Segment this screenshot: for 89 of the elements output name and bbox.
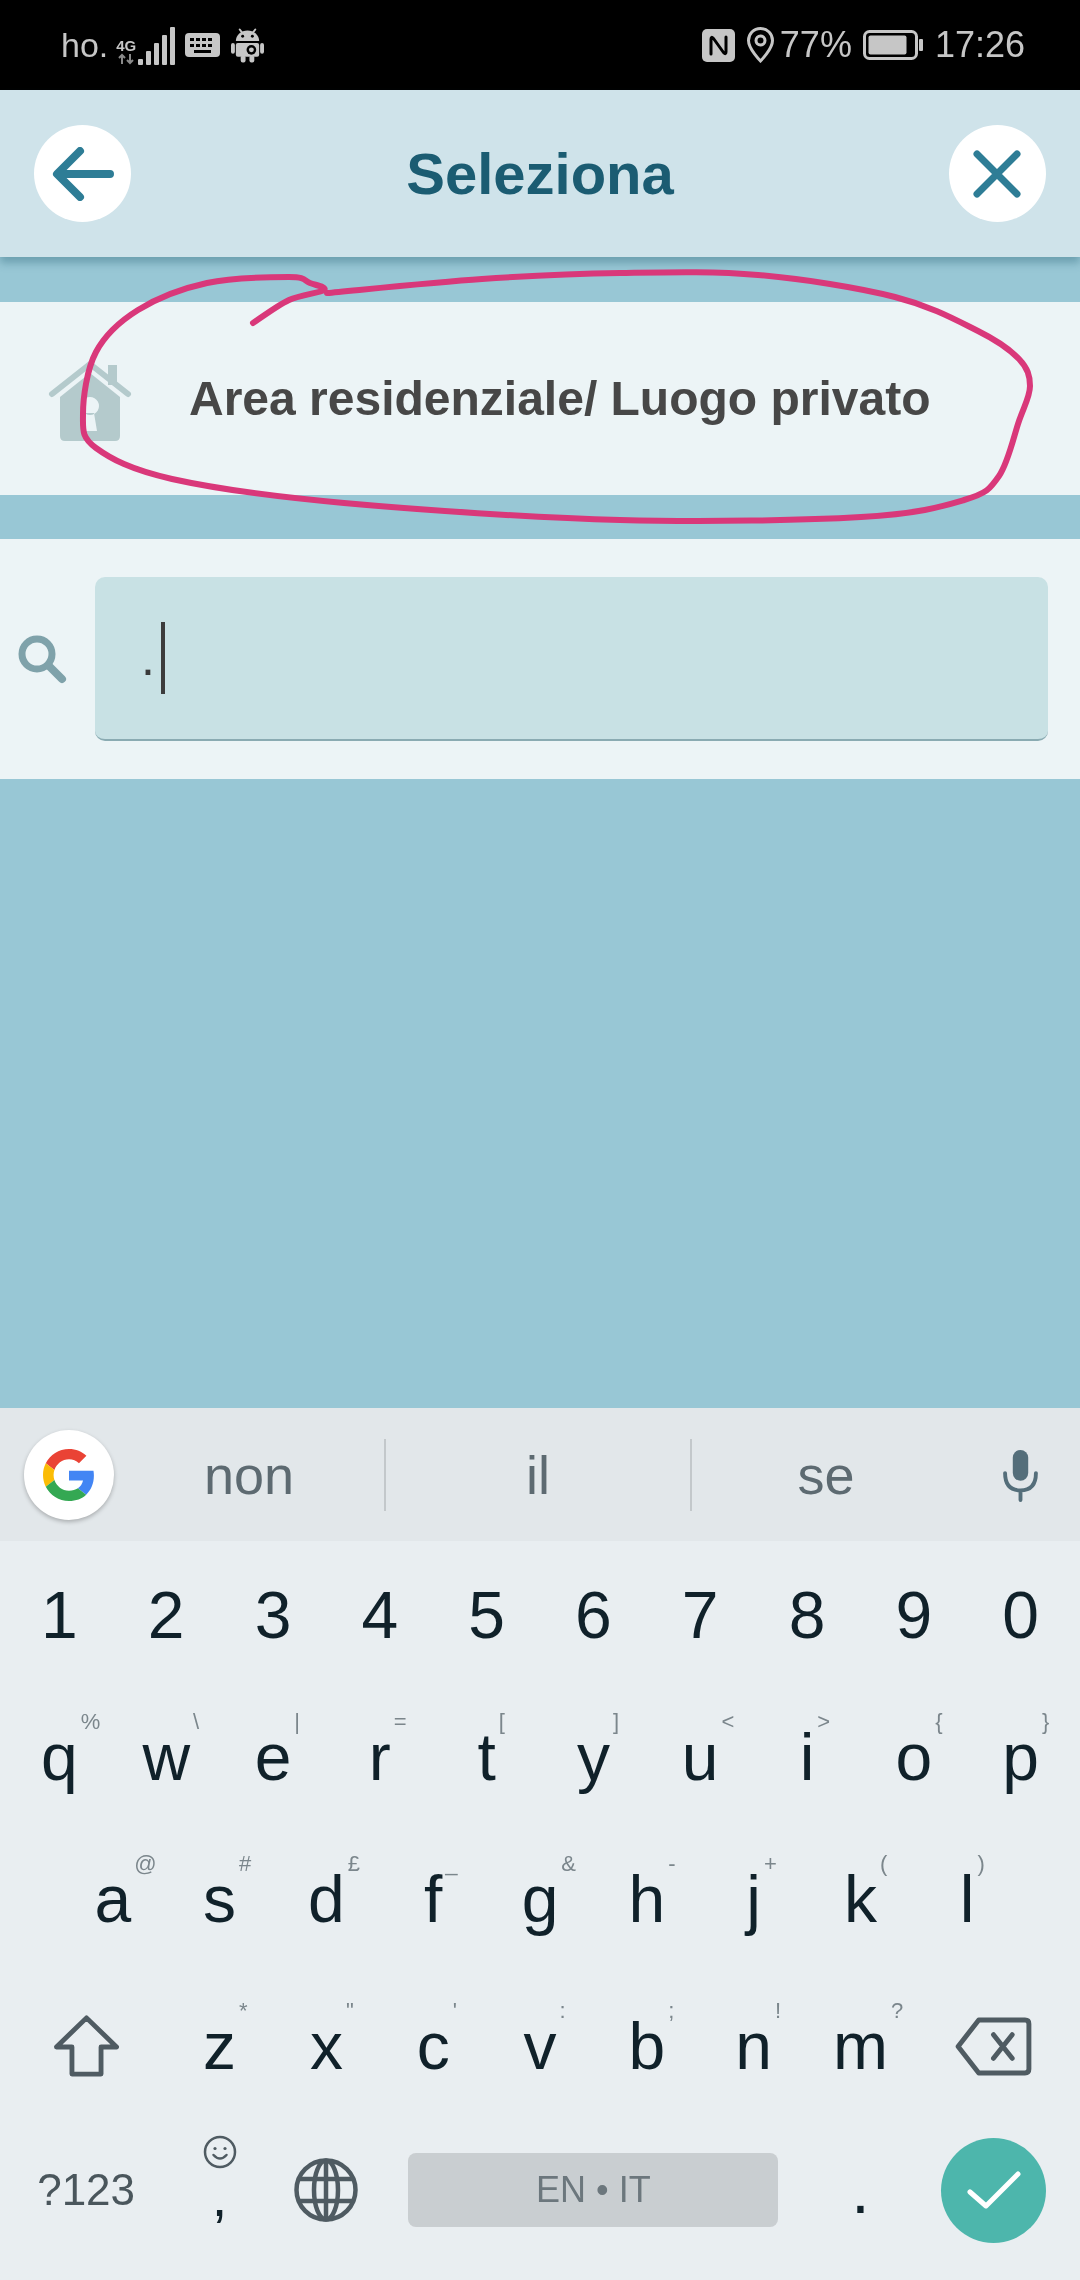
- location-icon: [746, 27, 774, 63]
- key[interactable]: v: [523, 2013, 557, 2079]
- key-hint: \: [193, 1710, 200, 1733]
- g-logo-button[interactable]: [24, 1429, 114, 1520]
- key[interactable]: f: [424, 1865, 443, 1932]
- key[interactable]: 6: [575, 1581, 612, 1648]
- key[interactable]: w: [142, 1723, 191, 1790]
- network-type: 4G: [116, 38, 137, 53]
- suggestion[interactable]: non: [203, 1447, 295, 1502]
- key[interactable]: h: [628, 1865, 666, 1932]
- close-icon: [972, 148, 1023, 199]
- clock: 17:26: [934, 27, 1025, 63]
- key[interactable]: c: [416, 2013, 450, 2079]
- key-hint: _: [445, 1852, 458, 1875]
- key[interactable]: s: [203, 1865, 237, 1932]
- key[interactable]: l: [959, 1865, 975, 1932]
- key[interactable]: 0: [1002, 1581, 1039, 1648]
- key[interactable]: t: [477, 1723, 496, 1790]
- key[interactable]: 9: [895, 1581, 933, 1648]
- key-hint: -: [668, 1852, 676, 1875]
- search-icon: [17, 634, 67, 684]
- key-hint: %: [80, 1710, 101, 1733]
- backspace-icon[interactable]: [955, 2016, 1033, 2076]
- key[interactable]: u: [681, 1723, 719, 1790]
- key[interactable]: n: [735, 2013, 772, 2079]
- key[interactable]: 3: [254, 1581, 292, 1648]
- key-hint: £: [347, 1852, 360, 1875]
- emoji-icon: [202, 2135, 237, 2169]
- key[interactable]: ,: [211, 2169, 228, 2225]
- battery-icon: [862, 30, 923, 60]
- key[interactable]: b: [628, 2013, 666, 2079]
- key[interactable]: x: [309, 2013, 343, 2079]
- suggestion[interactable]: se: [797, 1447, 855, 1502]
- key[interactable]: a: [94, 1865, 132, 1932]
- key-hint: ": [345, 2000, 354, 2022]
- suggestion[interactable]: il: [526, 1447, 550, 1502]
- keyboard-icon: [185, 33, 221, 57]
- key-hint: &: [561, 1852, 577, 1875]
- key[interactable]: m: [832, 2013, 888, 2079]
- symbols-key[interactable]: ?123: [37, 2168, 136, 2212]
- key-hint: {: [935, 1710, 943, 1733]
- mic-icon[interactable]: [1000, 1447, 1040, 1502]
- g-logo-icon: [43, 1448, 95, 1501]
- key-hint: #: [239, 1852, 252, 1875]
- key[interactable]: z: [203, 2013, 237, 2079]
- key-hint: <: [721, 1710, 735, 1733]
- key[interactable]: 7: [681, 1581, 719, 1648]
- search-field[interactable]: .: [95, 577, 1048, 741]
- key-hint: >: [817, 1710, 831, 1733]
- key[interactable]: e: [254, 1723, 292, 1790]
- key-hint: *: [239, 2000, 248, 2022]
- key-hint: =: [393, 1710, 407, 1733]
- key[interactable]: r: [368, 1723, 391, 1790]
- key[interactable]: 5: [468, 1581, 505, 1648]
- key-hint: :: [559, 2000, 566, 2022]
- key-hint: ': [452, 2000, 457, 2022]
- key-hint: (: [879, 1852, 888, 1875]
- key[interactable]: 8: [788, 1581, 826, 1648]
- shift-icon[interactable]: [51, 2014, 121, 2078]
- key-hint: @: [134, 1852, 157, 1875]
- carrier-label: ho.: [61, 28, 109, 62]
- check-icon: [965, 2170, 1022, 2210]
- key-hint: !: [774, 2000, 782, 2022]
- text-cursor: [160, 622, 165, 694]
- key[interactable]: i: [799, 1723, 815, 1790]
- key-hint: ]: [612, 1710, 619, 1733]
- globe-icon[interactable]: [294, 2158, 359, 2222]
- key-hint: +: [763, 1852, 777, 1875]
- key[interactable]: 4: [361, 1581, 399, 1648]
- page-title: Seleziona: [406, 144, 674, 203]
- key-hint: ;: [668, 2000, 675, 2022]
- nfc-icon: [701, 28, 735, 62]
- key[interactable]: .: [851, 2157, 870, 2223]
- key[interactable]: o: [895, 1723, 933, 1790]
- back-arrow-icon: [51, 146, 114, 201]
- android-icon: [231, 27, 265, 63]
- data-arrows-icon: [118, 53, 135, 65]
- key-hint: }: [1041, 1710, 1050, 1733]
- key[interactable]: 2: [147, 1581, 185, 1648]
- key-hint: ?: [890, 2000, 904, 2022]
- key[interactable]: 1: [41, 1581, 78, 1648]
- key-hint: ): [977, 1852, 985, 1875]
- option-item[interactable]: Area residenziale/ Luogo privato: [0, 302, 1080, 495]
- key[interactable]: d: [308, 1865, 345, 1932]
- battery-percent: 77%: [779, 27, 852, 63]
- key-hint: [: [498, 1710, 505, 1733]
- signal-icon: [138, 25, 176, 65]
- key-hint: |: [294, 1710, 301, 1733]
- key[interactable]: k: [843, 1865, 877, 1932]
